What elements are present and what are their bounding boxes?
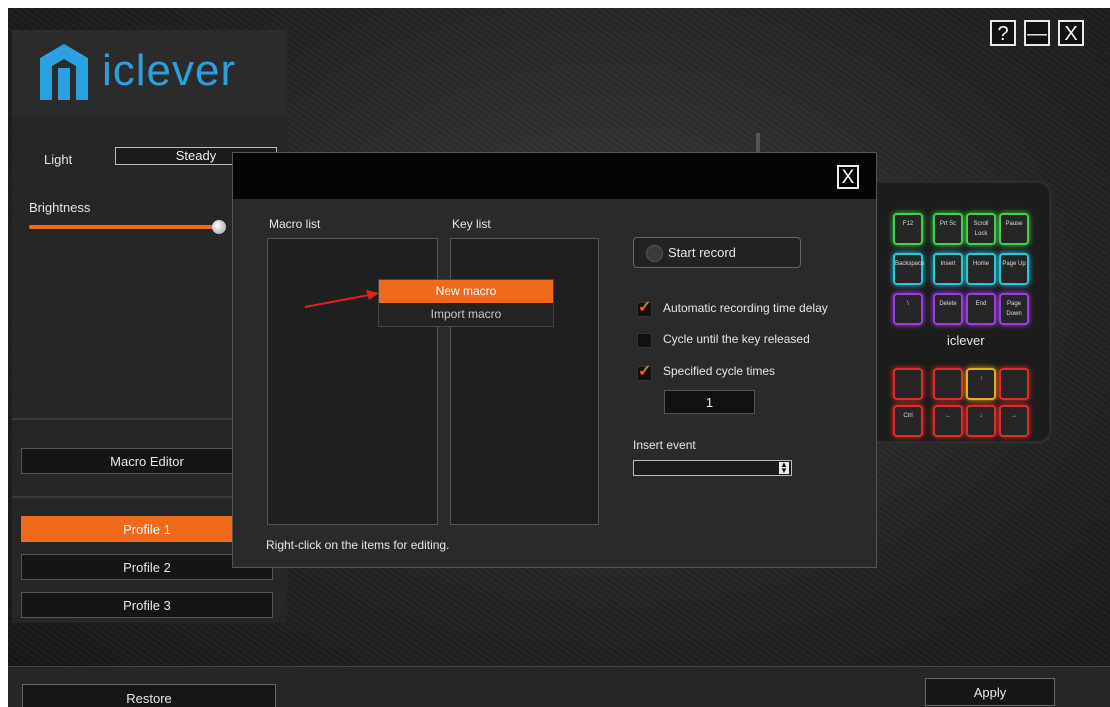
keyboard-logo: iclever (947, 333, 985, 348)
minimize-button[interactable]: — (1024, 20, 1050, 46)
keyboard-key: End (966, 293, 996, 325)
specified-cycles-checkbox[interactable]: ✓ (637, 363, 652, 381)
brightness-slider-handle[interactable] (212, 220, 226, 234)
check-icon: ✓ (638, 363, 652, 380)
keyboard-key: ↑ (966, 368, 996, 400)
keyboard-key: Scroll Lock (966, 213, 996, 245)
profile-3-button[interactable]: Profile 3 (21, 592, 273, 618)
keyboard-key: Ctrl (893, 405, 923, 437)
pointer-arrow-icon (304, 290, 379, 308)
restore-button[interactable]: Restore (22, 684, 276, 707)
editing-hint: Right-click on the items for editing. (266, 538, 450, 552)
dialog-close-button[interactable]: X (837, 165, 859, 189)
brightness-slider[interactable] (29, 225, 219, 229)
keyboard-key: Home (966, 253, 996, 285)
insert-event-select[interactable]: ▲ ▼ (633, 460, 792, 476)
key-list-label: Key list (452, 217, 491, 231)
keyboard-key: Pause (999, 213, 1029, 245)
help-button[interactable]: ? (990, 20, 1016, 46)
iclever-logo-icon (40, 44, 88, 100)
auto-delay-checkbox[interactable]: ✓ (637, 299, 652, 317)
keyboard-key: Page Up (999, 253, 1029, 285)
insert-event-label: Insert event (633, 438, 696, 452)
new-macro-menu-item[interactable]: New macro (379, 280, 553, 303)
macro-list-label: Macro list (269, 217, 321, 231)
start-record-label: Start record (668, 245, 736, 260)
cycle-until-released-label: Cycle until the key released (663, 332, 810, 346)
apply-button[interactable]: Apply (925, 678, 1055, 706)
auto-delay-label: Automatic recording time delay (663, 301, 828, 315)
keyboard-key: Prt Sc (933, 213, 963, 245)
dialog-header: X (233, 153, 876, 199)
keyboard-key (933, 368, 963, 400)
light-label: Light (44, 152, 73, 167)
cycle-times-input[interactable]: 1 (664, 390, 755, 414)
keyboard-key (999, 368, 1029, 400)
keyboard-key (893, 368, 923, 400)
keyboard-key: ↓ (966, 405, 996, 437)
start-record-button[interactable]: Start record (633, 237, 801, 268)
record-icon (646, 245, 663, 262)
keyboard-key: F12 (893, 213, 923, 245)
keyboard-key: Page Down (999, 293, 1029, 325)
spinner-arrows-icon: ▲ ▼ (779, 460, 789, 475)
brand-name: iclever (102, 46, 237, 95)
keyboard-key: Insert (933, 253, 963, 285)
keyboard-preview: F12 Prt Sc Scroll Lock Pause Backspace Insert… (848, 180, 1052, 444)
logo-area: iclever (12, 30, 287, 115)
context-menu: New macro Import macro (378, 279, 554, 327)
keyboard-key: Delete (933, 293, 963, 325)
keyboard-key: ← (933, 405, 963, 437)
keyboard-key: Backspace (893, 253, 924, 285)
keyboard-key: → (999, 405, 1029, 437)
close-button[interactable]: X (1058, 20, 1084, 46)
light-mode-value: Steady (175, 148, 217, 163)
check-icon: ✓ (638, 299, 652, 316)
specified-cycles-label: Specified cycle times (663, 364, 776, 378)
import-macro-menu-item[interactable]: Import macro (379, 303, 553, 326)
cycle-until-released-checkbox[interactable] (637, 333, 652, 348)
keyboard-key: \ (893, 293, 923, 325)
brightness-label: Brightness (29, 200, 91, 215)
